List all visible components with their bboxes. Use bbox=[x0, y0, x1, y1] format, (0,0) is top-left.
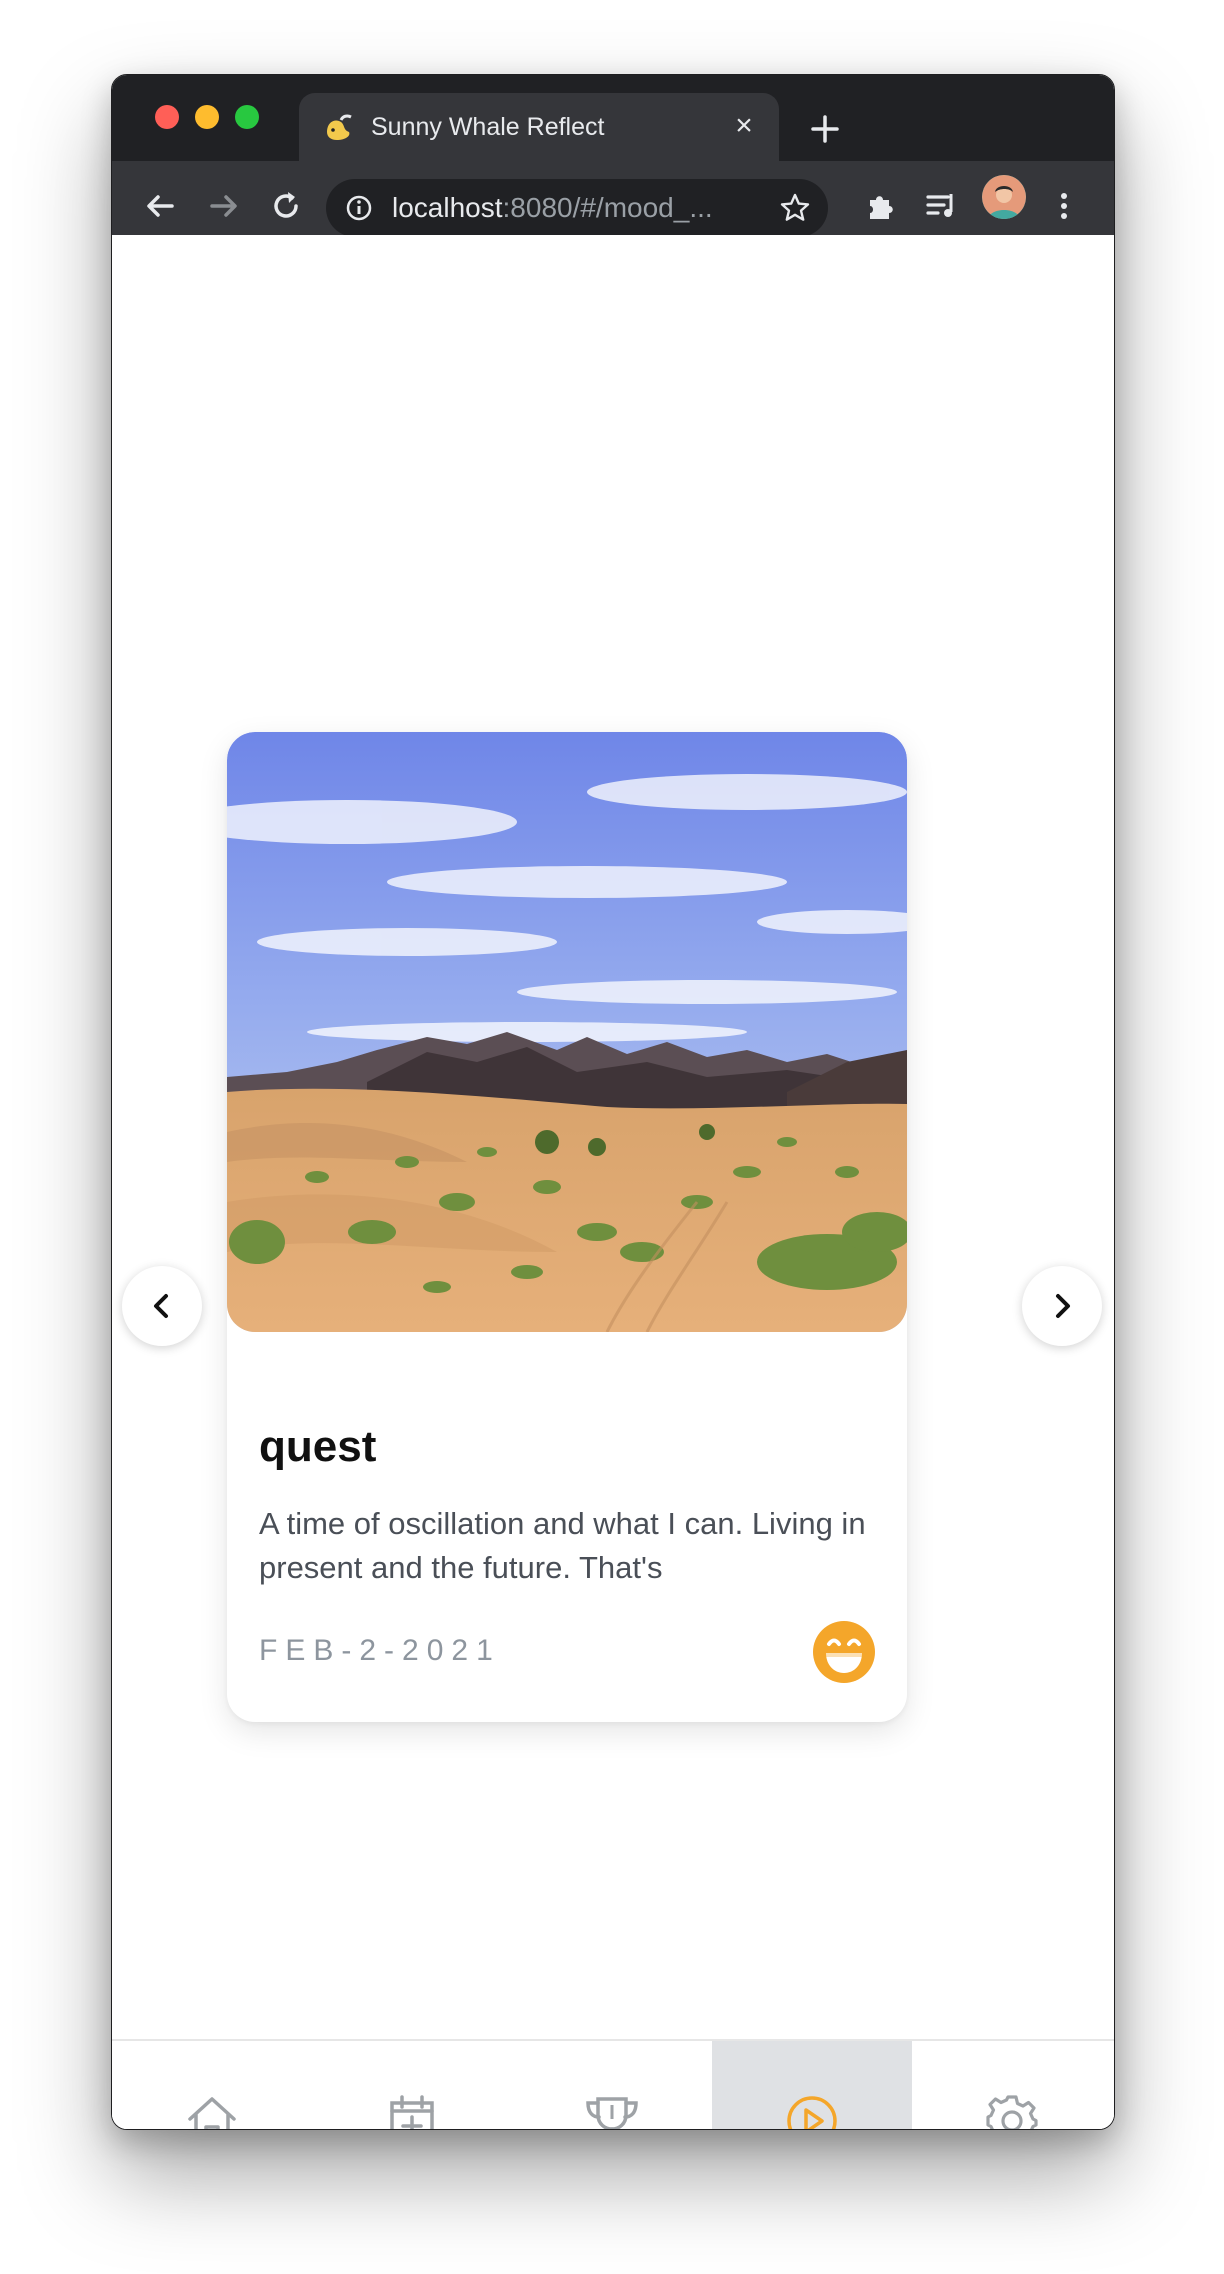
extensions-icon[interactable] bbox=[858, 184, 902, 228]
site-info-icon[interactable] bbox=[344, 193, 374, 223]
tab-title: Sunny Whale Reflect bbox=[371, 113, 605, 141]
forward-icon[interactable] bbox=[202, 184, 246, 228]
profile-avatar[interactable] bbox=[982, 175, 1026, 219]
desert-landscape-image bbox=[227, 732, 907, 1332]
bookmark-star-icon[interactable] bbox=[778, 191, 812, 225]
maximize-window-button[interactable] bbox=[235, 105, 259, 129]
trophy-icon bbox=[586, 2097, 638, 2129]
reload-icon[interactable] bbox=[264, 184, 308, 228]
close-tab-icon[interactable]: × bbox=[727, 109, 761, 143]
minimize-window-button[interactable] bbox=[195, 105, 219, 129]
grinning-face-icon bbox=[813, 1621, 875, 1683]
mood-entry-card[interactable]: quest A time of oscillation and what I c… bbox=[227, 732, 907, 1722]
chevron-right-icon bbox=[1056, 1294, 1070, 1318]
browser-menu-icon[interactable] bbox=[1042, 184, 1086, 228]
url-host: localhost bbox=[392, 192, 503, 223]
bottom-navigation bbox=[112, 2039, 1114, 2129]
nav-settings[interactable] bbox=[912, 2041, 1112, 2129]
entry-description: A time of oscillation and what I can. Li… bbox=[259, 1506, 866, 1585]
next-entry-button[interactable] bbox=[1022, 1266, 1102, 1346]
calendar-add-icon bbox=[390, 2095, 434, 2129]
entry-date: FEB-2-2021 bbox=[259, 1634, 501, 1667]
mood-entry-page: quest A time of oscillation and what I c… bbox=[112, 235, 1114, 2129]
nav-home[interactable] bbox=[112, 2041, 312, 2129]
chevron-left-icon bbox=[154, 1294, 168, 1318]
entry-title: quest bbox=[259, 1422, 377, 1471]
tab-strip: Sunny Whale Reflect × bbox=[112, 75, 1114, 161]
new-tab-icon[interactable] bbox=[805, 109, 845, 149]
entry-photo bbox=[227, 732, 907, 1332]
browser-tab[interactable]: Sunny Whale Reflect × bbox=[299, 93, 779, 161]
browser-window: Sunny Whale Reflect × localhost:8080/#/m… bbox=[111, 74, 1115, 2130]
url-text: localhost:8080/#/mood_... bbox=[392, 192, 713, 224]
url-path: :8080/#/mood_... bbox=[502, 192, 713, 223]
nav-achievements[interactable] bbox=[512, 2041, 712, 2129]
back-icon[interactable] bbox=[138, 184, 182, 228]
whale-favicon-icon bbox=[327, 114, 352, 140]
nav-playback[interactable] bbox=[712, 2041, 912, 2129]
previous-entry-button[interactable] bbox=[122, 1266, 202, 1346]
nav-add-entry[interactable] bbox=[312, 2041, 512, 2129]
settings-icon bbox=[986, 2095, 1038, 2129]
play-icon bbox=[787, 2096, 837, 2129]
home-icon bbox=[188, 2097, 236, 2129]
address-bar[interactable]: localhost:8080/#/mood_... bbox=[326, 179, 828, 237]
media-queue-icon[interactable] bbox=[920, 184, 964, 228]
close-window-button[interactable] bbox=[155, 105, 179, 129]
